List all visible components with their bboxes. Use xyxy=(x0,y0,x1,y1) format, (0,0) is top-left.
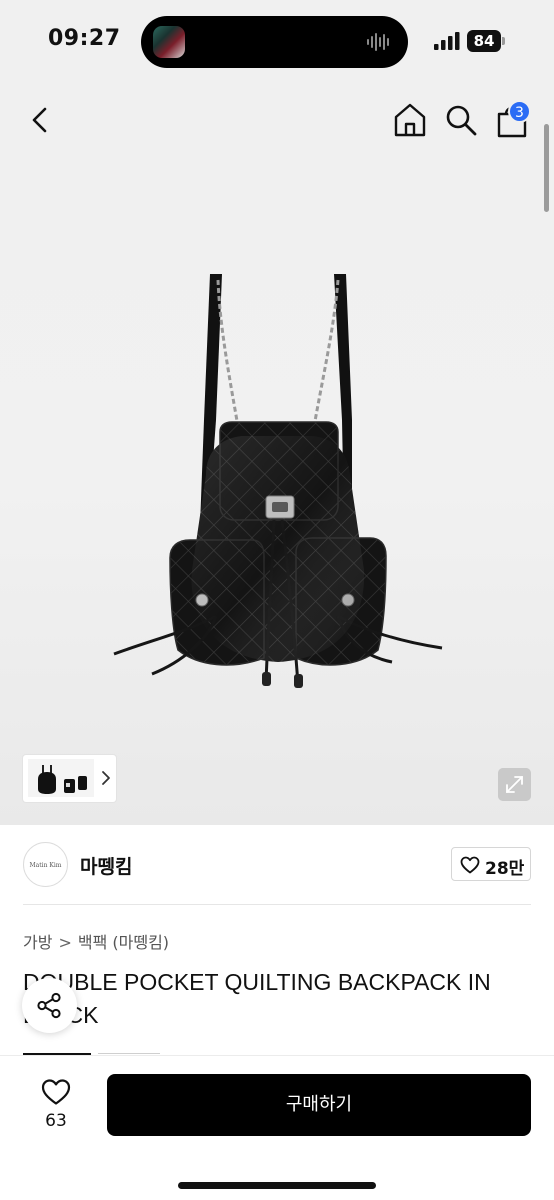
battery-tip xyxy=(502,37,505,45)
back-icon[interactable] xyxy=(22,102,58,138)
heart-icon xyxy=(460,856,480,874)
status-time: 09:27 xyxy=(48,26,121,51)
bottom-action-bar: 63 구매하기 xyxy=(0,1055,554,1200)
product-title: DOUBLE POCKET QUILTING BACKPACK IN BLACK xyxy=(23,969,491,1028)
chevron-right-icon[interactable] xyxy=(99,767,113,789)
audio-wave-icon xyxy=(367,33,389,51)
seller-row[interactable]: Matin Kim 마뗑킴 28만 xyxy=(0,825,554,905)
follow-count: 28만 xyxy=(485,859,525,879)
battery-level: 84 xyxy=(467,30,501,52)
expand-icon[interactable] xyxy=(498,768,531,801)
like-button[interactable]: 63 xyxy=(30,1074,82,1134)
home-indicator xyxy=(178,1182,376,1189)
tab-indicator xyxy=(98,1053,160,1054)
home-icon[interactable] xyxy=(392,100,428,140)
cart-count-badge[interactable]: 3 xyxy=(508,100,531,123)
seller-name[interactable]: 마뗑킴 xyxy=(80,852,132,879)
like-count: 63 xyxy=(45,1111,67,1131)
seller-logo[interactable]: Matin Kim xyxy=(23,842,68,887)
heart-icon xyxy=(41,1079,71,1105)
share-button[interactable] xyxy=(22,978,77,1033)
dynamic-island[interactable] xyxy=(141,16,408,68)
product-image[interactable] xyxy=(112,270,444,700)
breadcrumb-category[interactable]: 가방 xyxy=(23,929,52,953)
scroll-indicator xyxy=(544,124,549,212)
divider xyxy=(23,904,531,905)
breadcrumb-subcategory[interactable]: 백팩 (마뗑킴) xyxy=(78,929,169,953)
share-icon xyxy=(37,992,61,1019)
signal-icon xyxy=(434,32,460,50)
follow-button[interactable]: 28만 xyxy=(451,847,531,881)
buy-button[interactable]: 구매하기 xyxy=(107,1074,531,1136)
battery-icon: 84 xyxy=(467,30,505,52)
thumbnail-strip[interactable] xyxy=(23,755,116,802)
search-icon[interactable] xyxy=(443,102,479,138)
product-gallery[interactable]: 3 xyxy=(0,80,554,825)
status-bar: 09:27 84 xyxy=(0,0,554,80)
breadcrumb-separator: > xyxy=(58,933,72,952)
thumbnail-image[interactable] xyxy=(28,759,94,797)
breadcrumb: 가방 > 백팩 (마뗑킴) xyxy=(23,929,169,953)
island-avatar xyxy=(153,26,185,58)
